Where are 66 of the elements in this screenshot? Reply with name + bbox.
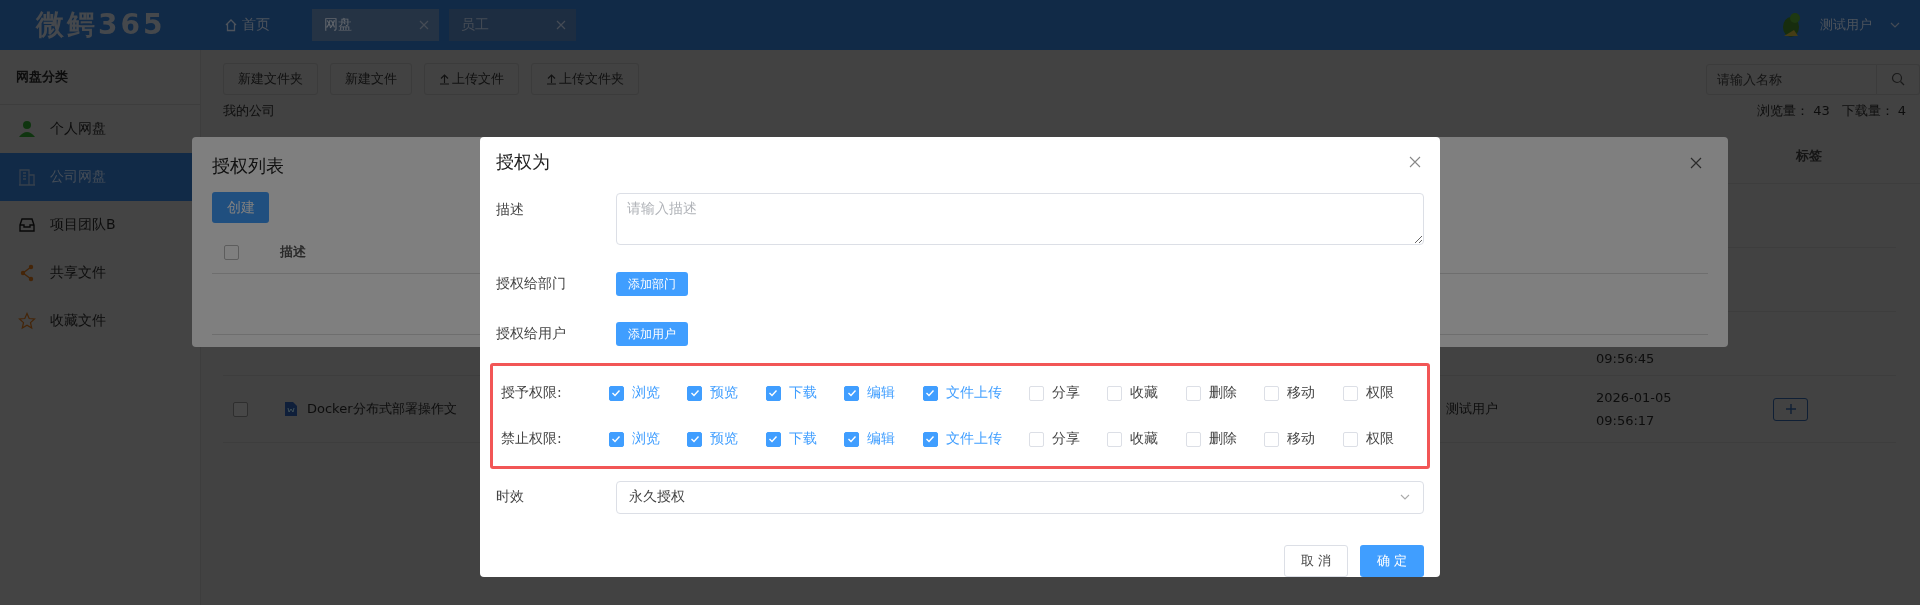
building-icon <box>18 168 36 186</box>
check-icon <box>925 434 936 444</box>
validity-select[interactable]: 永久授权 <box>616 480 1424 514</box>
field-label: 描述 <box>496 200 525 219</box>
permission-checkbox[interactable]: 移动 <box>1264 430 1343 448</box>
permission-checkbox[interactable]: 分享 <box>1028 384 1108 402</box>
checkbox[interactable] <box>233 401 248 417</box>
permission-checkbox[interactable]: 收藏 <box>1107 384 1186 402</box>
home-link[interactable]: 首页 <box>218 15 276 35</box>
permission-checkbox[interactable]: 删除 <box>1185 430 1265 448</box>
dialog-title: 授权为 <box>496 150 550 174</box>
upload-icon <box>546 73 557 85</box>
star-icon <box>18 312 36 330</box>
check-icon <box>689 434 700 444</box>
permission-checkbox[interactable]: 下载 <box>765 384 845 402</box>
permission-checkbox[interactable]: 文件上传 <box>922 384 1029 402</box>
field-label: 时效 <box>496 488 525 506</box>
check-icon <box>689 388 700 398</box>
cancel-button[interactable]: 取 消 <box>1284 545 1348 577</box>
permission-checkbox[interactable]: 预览 <box>687 430 766 448</box>
column-header: 描述 <box>280 243 306 261</box>
check-icon <box>925 388 936 398</box>
document-icon <box>285 402 297 416</box>
close-icon[interactable] <box>1690 157 1702 169</box>
field-label: 禁止权限: <box>501 430 563 448</box>
create-button[interactable]: 创建 <box>212 192 269 223</box>
permission-checkbox[interactable]: 预览 <box>687 384 766 402</box>
check-icon <box>768 388 779 398</box>
dialog-title: 授权列表 <box>212 155 284 176</box>
plus-icon <box>1784 403 1797 415</box>
check-icon <box>611 388 622 398</box>
add-department-button[interactable]: 添加部门 <box>616 272 688 296</box>
inbox-icon <box>18 216 36 234</box>
permission-checkbox[interactable]: 浏览 <box>608 384 688 402</box>
permission-checkbox[interactable]: 移动 <box>1264 384 1343 402</box>
field-label: 授予权限: <box>501 384 563 402</box>
close-icon[interactable] <box>1409 156 1421 168</box>
permission-checkbox[interactable]: 删除 <box>1185 384 1265 402</box>
permission-checkbox[interactable]: 编辑 <box>844 384 923 402</box>
search-button[interactable] <box>1877 63 1920 95</box>
home-icon <box>224 18 238 32</box>
permission-checkbox[interactable]: 分享 <box>1028 430 1108 448</box>
permission-checkbox[interactable]: 下载 <box>765 430 845 448</box>
field-label: 授权给用户 <box>496 325 567 343</box>
check-icon <box>611 434 622 444</box>
add-tag-button[interactable] <box>1773 397 1808 421</box>
checkbox[interactable] <box>224 244 239 260</box>
permission-checkbox[interactable]: 权限 <box>1342 384 1422 402</box>
search-icon[interactable] <box>1891 72 1905 86</box>
permission-checkbox[interactable]: 收藏 <box>1107 430 1186 448</box>
permission-checkbox[interactable]: 权限 <box>1342 430 1422 448</box>
permission-checkbox[interactable]: 编辑 <box>844 430 923 448</box>
field-label: 授权给部门 <box>496 275 567 293</box>
description-field[interactable]: 请输入描述 <box>616 193 1424 245</box>
confirm-button[interactable]: 确 定 <box>1360 545 1424 577</box>
share-icon <box>18 264 36 282</box>
user-icon <box>18 120 36 138</box>
check-icon <box>768 434 779 444</box>
tab[interactable]: 网盘 <box>312 9 439 41</box>
check-icon <box>846 388 857 398</box>
upload-icon <box>439 73 450 85</box>
add-user-button[interactable]: 添加用户 <box>616 322 688 346</box>
permission-checkbox[interactable]: 文件上传 <box>922 430 1029 448</box>
permission-checkbox[interactable]: 浏览 <box>608 430 688 448</box>
chevron-down-icon[interactable] <box>1890 20 1900 30</box>
check-icon <box>846 434 857 444</box>
